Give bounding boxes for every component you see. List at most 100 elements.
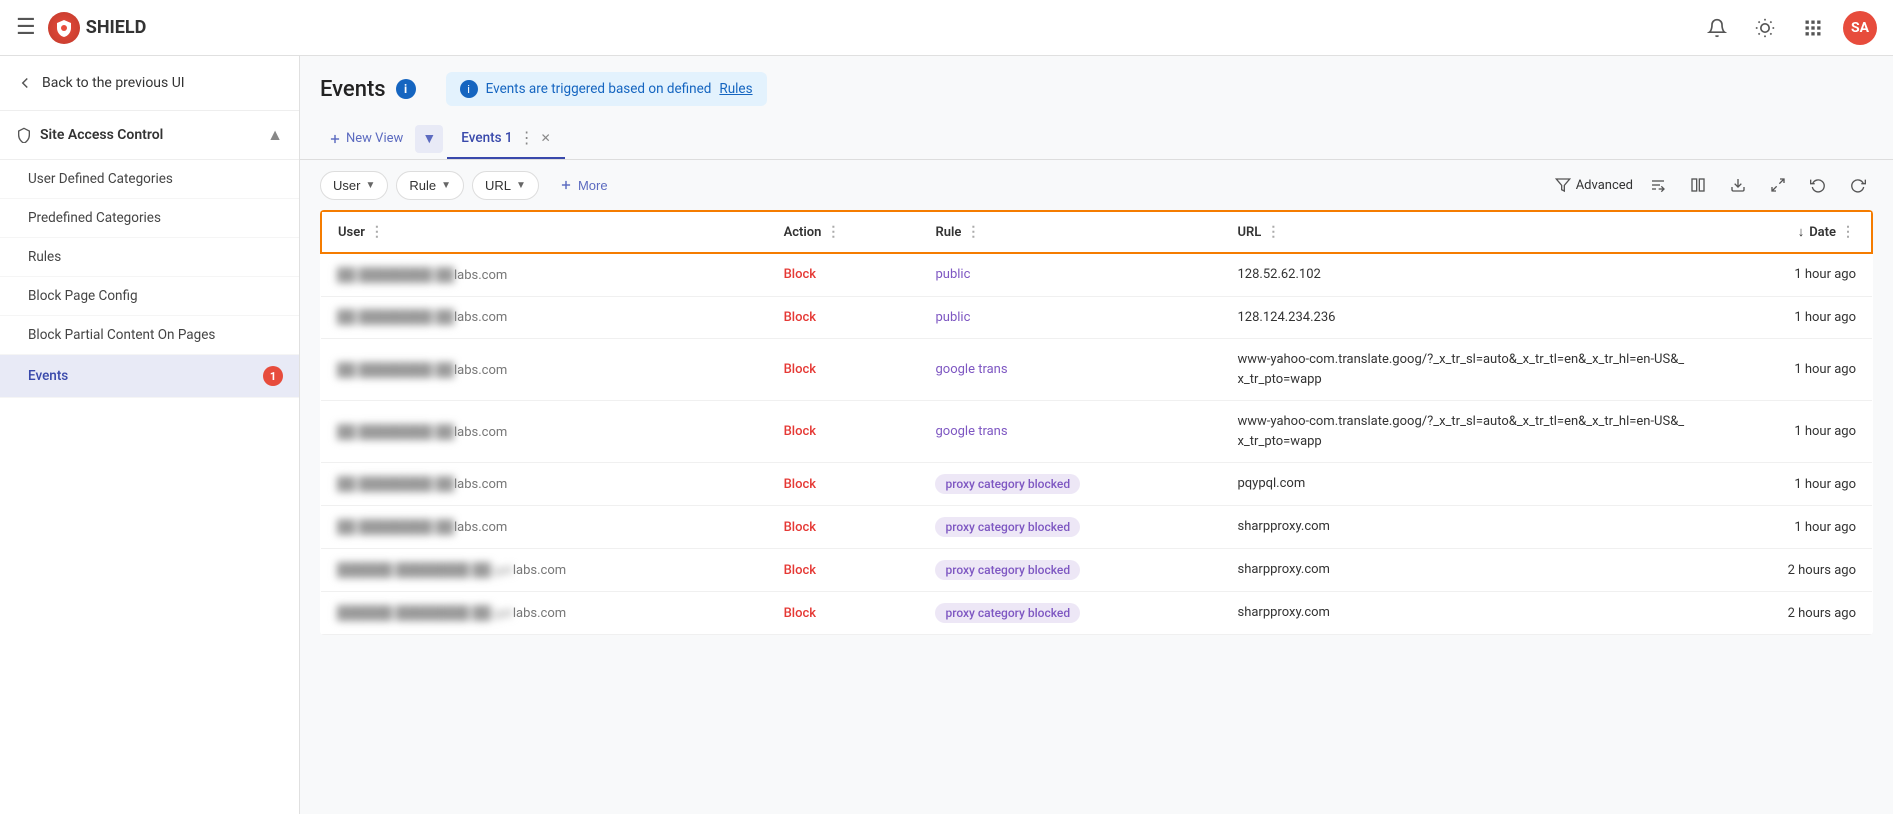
back-label: Back to the previous UI <box>42 75 185 91</box>
user-filter-chevron-icon: ▼ <box>365 180 375 191</box>
sidebar-section-site-access[interactable]: Site Access Control ▲ <box>0 111 299 160</box>
cell-action: Block <box>768 463 920 506</box>
refresh-icon[interactable] <box>1843 170 1873 200</box>
tabs-bar: New View ▼ Events 1 ⋮ ✕ <box>300 118 1893 160</box>
cell-url: 128.52.62.102 <box>1221 253 1700 296</box>
rule-col-options[interactable]: ⋮ <box>966 224 980 240</box>
cell-rule: proxy category blocked <box>919 592 1221 635</box>
table-row: ██████ ████████ ██.gatlabs.comBlockproxy… <box>321 549 1872 592</box>
undo-icon[interactable] <box>1803 170 1833 200</box>
toolbar: User ▼ Rule ▼ URL ▼ More Advanced <box>300 160 1893 210</box>
tab-expand-button[interactable]: ▼ <box>415 125 443 153</box>
events-table: User ⋮ Action ⋮ Rule <box>320 210 1873 635</box>
cell-date: 1 hour ago <box>1700 253 1872 296</box>
info-banner-link[interactable]: Rules <box>719 81 752 97</box>
cell-action: Block <box>768 401 920 463</box>
notifications-icon[interactable] <box>1699 10 1735 46</box>
cell-date: 1 hour ago <box>1700 339 1872 401</box>
cell-date: 2 hours ago <box>1700 592 1872 635</box>
url-filter-button[interactable]: URL ▼ <box>472 171 539 200</box>
sort-icon[interactable] <box>1643 170 1673 200</box>
cell-user: ██ ████████ ██labs.com <box>321 401 768 463</box>
table-row: ██ ████████ ██labs.comBlockgoogle transw… <box>321 401 1872 463</box>
tab-events-1[interactable]: Events 1 ⋮ ✕ <box>447 118 564 159</box>
table-body: ██ ████████ ██labs.comBlockpublic128.52.… <box>321 253 1872 635</box>
fullscreen-icon[interactable] <box>1763 170 1793 200</box>
download-icon[interactable] <box>1723 170 1753 200</box>
info-banner-text: Events are triggered based on defined <box>486 81 712 97</box>
col-url: URL ⋮ <box>1221 211 1700 253</box>
advanced-button[interactable]: Advanced <box>1555 177 1633 193</box>
content-area: Events i i Events are triggered based on… <box>300 56 1893 814</box>
table-row: ██ ████████ ██labs.comBlockproxy categor… <box>321 463 1872 506</box>
cell-rule: google trans <box>919 401 1221 463</box>
cell-rule: proxy category blocked <box>919 463 1221 506</box>
cell-action: Block <box>768 339 920 401</box>
url-filter-chevron-icon: ▼ <box>516 180 526 191</box>
cell-rule: public <box>919 253 1221 296</box>
sidebar-item-rules[interactable]: Rules <box>0 238 299 277</box>
cell-url: www-yahoo-com.translate.goog/?_x_tr_sl=a… <box>1221 401 1700 463</box>
chevron-up-icon: ▲ <box>267 125 283 145</box>
col-action: Action ⋮ <box>768 211 920 253</box>
cell-url: pqypql.com <box>1221 463 1700 506</box>
cell-user: ██ ████████ ██labs.com <box>321 463 768 506</box>
sidebar-section-label: Site Access Control <box>40 127 163 143</box>
cell-action: Block <box>768 506 920 549</box>
shield-icon <box>16 127 32 143</box>
menu-icon[interactable]: ☰ <box>16 15 36 40</box>
cell-date: 1 hour ago <box>1700 296 1872 339</box>
brightness-icon[interactable] <box>1747 10 1783 46</box>
cell-action: Block <box>768 253 920 296</box>
app-title: SHIELD <box>86 17 147 38</box>
toolbar-right: Advanced <box>1555 170 1873 200</box>
date-col-options[interactable]: ⋮ <box>1841 224 1855 240</box>
sidebar-item-user-defined-categories[interactable]: User Defined Categories <box>0 160 299 199</box>
page-info-icon[interactable]: i <box>396 79 416 99</box>
tab-options-icon[interactable]: ⋮ <box>519 128 535 147</box>
page-header: Events i i Events are triggered based on… <box>300 56 1893 118</box>
table-row: ██████ ████████ ██.gatlabs.comBlockproxy… <box>321 592 1872 635</box>
table-header: User ⋮ Action ⋮ Rule <box>321 211 1872 253</box>
cell-url: 128.124.234.236 <box>1221 296 1700 339</box>
back-button[interactable]: Back to the previous UI <box>0 56 299 111</box>
shield-logo-icon <box>48 12 80 44</box>
user-col-options[interactable]: ⋮ <box>370 224 384 240</box>
cell-user: ██████ ████████ ██.gatlabs.com <box>321 592 768 635</box>
more-label: More <box>578 178 608 193</box>
action-col-options[interactable]: ⋮ <box>826 224 840 240</box>
info-banner: i Events are triggered based on defined … <box>446 72 767 106</box>
tab-label: Events 1 <box>461 130 512 146</box>
sidebar-item-block-page-config[interactable]: Block Page Config <box>0 277 299 316</box>
new-view-button[interactable]: New View <box>320 121 411 156</box>
cell-action: Block <box>768 549 920 592</box>
logo: SHIELD <box>48 12 147 44</box>
cell-rule: proxy category blocked <box>919 506 1221 549</box>
avatar[interactable]: SA <box>1843 11 1877 45</box>
apps-icon[interactable] <box>1795 10 1831 46</box>
sidebar-item-events[interactable]: Events 1 <box>0 355 299 398</box>
table-container: User ⋮ Action ⋮ Rule <box>300 210 1893 814</box>
sidebar-item-block-partial-content[interactable]: Block Partial Content On Pages <box>0 316 299 355</box>
main-layout: Back to the previous UI Site Access Cont… <box>0 56 1893 814</box>
cell-url: sharpproxy.com <box>1221 549 1700 592</box>
cell-action: Block <box>768 296 920 339</box>
url-col-options[interactable]: ⋮ <box>1266 224 1280 240</box>
rule-filter-button[interactable]: Rule ▼ <box>396 171 464 200</box>
table-row: ██ ████████ ██labs.comBlockgoogle transw… <box>321 339 1872 401</box>
table-row: ██ ████████ ██labs.comBlockpublic128.124… <box>321 296 1872 339</box>
cell-user: ██ ████████ ██labs.com <box>321 506 768 549</box>
cell-date: 1 hour ago <box>1700 463 1872 506</box>
cell-date: 2 hours ago <box>1700 549 1872 592</box>
cell-user: ██ ████████ ██labs.com <box>321 296 768 339</box>
cell-rule: google trans <box>919 339 1221 401</box>
tab-close-icon[interactable]: ✕ <box>541 131 551 145</box>
columns-icon[interactable] <box>1683 170 1713 200</box>
sidebar-item-predefined-categories[interactable]: Predefined Categories <box>0 199 299 238</box>
sort-arrow-icon: ↓ <box>1798 224 1805 240</box>
user-filter-label: User <box>333 178 360 193</box>
more-button[interactable]: More <box>547 172 620 199</box>
user-filter-button[interactable]: User ▼ <box>320 171 388 200</box>
table-row: ██ ████████ ██labs.comBlockproxy categor… <box>321 506 1872 549</box>
cell-rule: proxy category blocked <box>919 549 1221 592</box>
